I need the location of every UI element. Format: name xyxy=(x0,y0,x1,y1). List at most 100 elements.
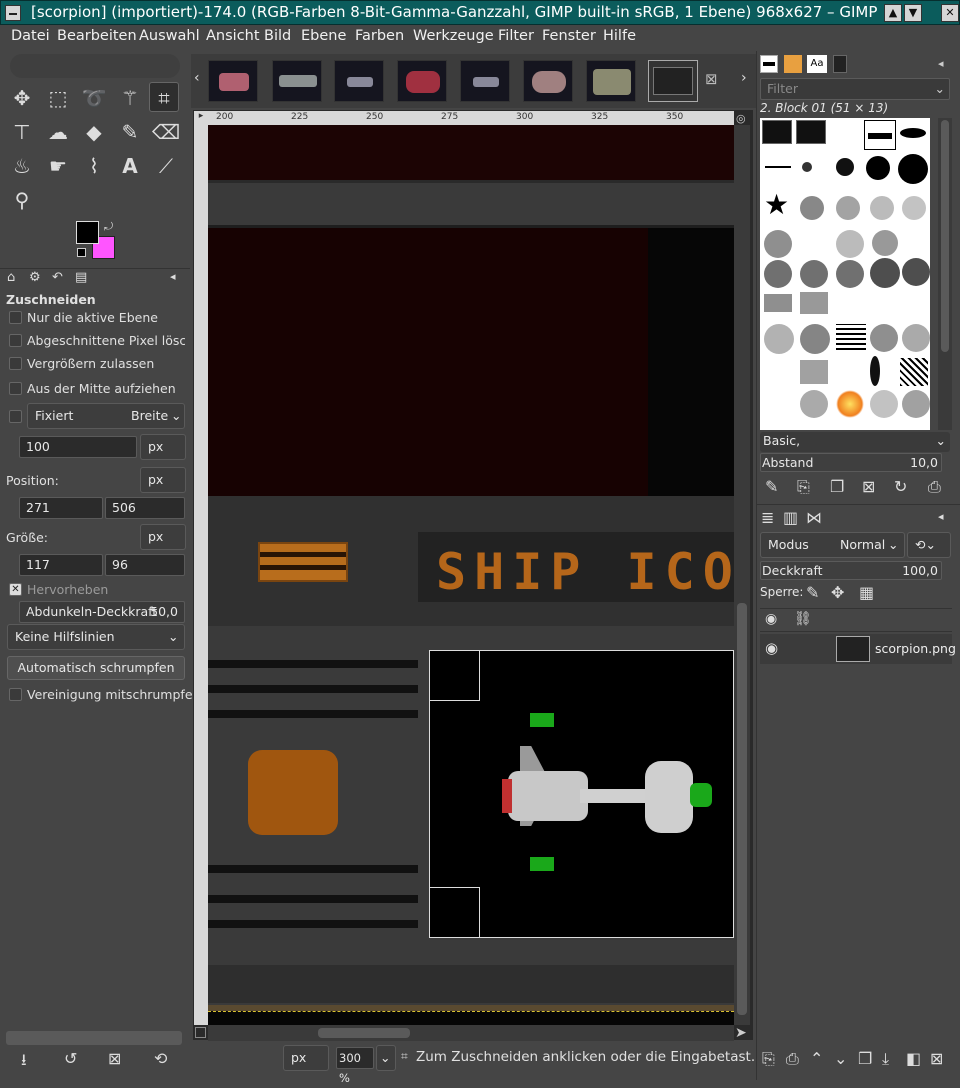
lock-alpha-icon[interactable]: ▦ xyxy=(859,583,874,602)
shrink-merged-checkbox[interactable] xyxy=(9,688,22,701)
panel-menu-icon[interactable]: ◂ xyxy=(170,270,176,283)
layer-opacity-slider[interactable]: Deckkraft 100,0 xyxy=(760,561,942,580)
status-unit-combo[interactable]: px xyxy=(283,1045,329,1071)
menu-fenster[interactable]: Fenster xyxy=(542,28,596,44)
menu-auswahl[interactable]: Auswahl xyxy=(139,28,200,44)
close-window-button[interactable]: ✕ xyxy=(941,4,959,22)
duplicate-brush-icon[interactable]: ❐ xyxy=(830,477,844,496)
composite-mode-combo[interactable]: ⟲⌄ xyxy=(907,532,951,558)
menu-bearbeiten[interactable]: Bearbeiten xyxy=(57,28,137,44)
duplicate-layer-icon[interactable]: ❐ xyxy=(858,1049,872,1068)
crop-rectangle[interactable] xyxy=(429,650,734,938)
expand-center-checkbox[interactable] xyxy=(9,382,22,395)
brush-scrollbar[interactable] xyxy=(938,118,952,430)
rect-select-icon[interactable]: ⬚ xyxy=(43,83,73,113)
lock-position-icon[interactable]: ✥ xyxy=(831,583,844,602)
tabs-right-arrow-icon[interactable]: › xyxy=(741,70,747,86)
horizontal-scrollbar[interactable] xyxy=(208,1025,734,1041)
paintbrush-icon[interactable]: ✎ xyxy=(115,117,145,147)
layers-tab-icon[interactable]: ≣ xyxy=(761,508,774,527)
allow-growing-checkbox[interactable] xyxy=(9,357,22,370)
smudge-icon[interactable]: ☛ xyxy=(43,151,73,181)
layer-mask-icon[interactable]: ◧ xyxy=(906,1049,921,1068)
lasso-icon[interactable]: ➰ xyxy=(79,83,109,113)
reset-options-icon[interactable]: ⟲ xyxy=(154,1049,167,1068)
brush-grid[interactable]: ★ xyxy=(760,118,930,430)
paths-tab-icon[interactable]: ⋈ xyxy=(806,508,822,527)
menu-farben[interactable]: Farben xyxy=(355,28,404,44)
device-status-tab-icon[interactable]: ⚙ xyxy=(29,270,41,285)
zoom-combo[interactable]: ⌄ xyxy=(376,1045,396,1071)
delete-brush-icon[interactable]: ⊠ xyxy=(862,477,875,496)
image-tab-active[interactable] xyxy=(648,60,698,102)
ruler-corner-icon[interactable]: ▸ xyxy=(194,111,208,125)
layer-row[interactable]: ◉ scorpion.png xyxy=(760,634,956,664)
lock-pixels-icon[interactable]: ✎ xyxy=(806,583,819,602)
delete-options-icon[interactable]: ⊠ xyxy=(108,1049,121,1068)
size-height-input[interactable]: 96 xyxy=(105,554,185,576)
horizontal-scroll-thumb[interactable] xyxy=(318,1028,410,1038)
maximize-button[interactable]: ▼ xyxy=(904,4,922,22)
crop-handle-bottom-left[interactable] xyxy=(430,887,480,937)
new-brush-icon[interactable]: ⎘ xyxy=(797,477,810,497)
image-tab-2[interactable] xyxy=(272,60,322,102)
swap-colors-icon[interactable]: ⤾ xyxy=(104,220,113,234)
paths-icon[interactable]: ⌇ xyxy=(79,151,109,181)
image-tab-5[interactable] xyxy=(460,60,510,102)
bucket-fill-icon[interactable]: ◆ xyxy=(79,117,109,147)
color-picker-icon[interactable]: ⟋ xyxy=(151,151,181,181)
image-tab-1[interactable] xyxy=(208,60,258,102)
text-icon[interactable]: A xyxy=(115,151,145,181)
merge-down-icon[interactable]: ⤓ xyxy=(882,1049,889,1069)
raise-layer-icon[interactable]: ⌃ xyxy=(810,1049,823,1068)
vertical-scroll-thumb[interactable] xyxy=(737,603,747,1015)
spacing-slider[interactable]: Abstand 10,0 xyxy=(760,453,942,472)
size-unit-combo[interactable]: px xyxy=(140,524,186,550)
position-y-input[interactable]: 506 xyxy=(105,497,185,519)
fixed-unit-combo[interactable]: px xyxy=(140,434,186,460)
default-colors-icon[interactable] xyxy=(77,248,86,257)
menu-bild[interactable]: Bild xyxy=(264,28,291,44)
menu-filter[interactable]: Filter xyxy=(498,28,534,44)
zoom-icon[interactable]: ⚲ xyxy=(7,185,37,215)
move-icon[interactable]: ✥ xyxy=(7,83,37,113)
new-layer-group-icon[interactable]: ⎙ xyxy=(786,1049,799,1069)
image-tab-4[interactable] xyxy=(397,60,447,102)
tool-options-tab-icon[interactable]: ⌂ xyxy=(7,270,15,285)
channels-tab-icon[interactable]: ▥ xyxy=(783,508,798,527)
image-tab-7[interactable] xyxy=(586,60,636,102)
warp-icon[interactable]: ☁ xyxy=(43,117,73,147)
menu-ebene[interactable]: Ebene xyxy=(301,28,346,44)
position-unit-combo[interactable]: px xyxy=(140,467,186,493)
save-options-icon[interactable]: ⭳ xyxy=(21,1049,27,1076)
delete-layer-icon[interactable]: ⊠ xyxy=(930,1049,943,1068)
eye-icon[interactable]: ◉ xyxy=(765,639,778,657)
highlight-checkbox[interactable]: ✕ xyxy=(9,583,22,596)
quick-mask-icon[interactable] xyxy=(195,1027,206,1038)
tabs-left-arrow-icon[interactable]: ‹ xyxy=(194,70,200,86)
panel-menu-icon[interactable]: ◂ xyxy=(938,57,944,70)
position-x-input[interactable]: 271 xyxy=(19,497,103,519)
fixed-mode-combo[interactable]: Fixiert Breite ⌄ xyxy=(27,403,185,429)
fonts-icon[interactable]: Aa xyxy=(807,55,827,73)
clone-icon[interactable]: ♨ xyxy=(7,151,37,181)
crop-handle-top-left[interactable] xyxy=(430,651,480,701)
open-brush-icon[interactable]: ⎙ xyxy=(928,477,941,497)
fixed-value-input[interactable]: 100 xyxy=(19,436,137,458)
guides-combo[interactable]: Keine Hilfslinien ⌄ xyxy=(7,624,185,650)
image-tab-6[interactable] xyxy=(523,60,573,102)
only-active-layer-checkbox[interactable] xyxy=(9,311,22,324)
edit-brush-icon[interactable]: ✎ xyxy=(765,477,778,496)
menu-hilfe[interactable]: Hilfe xyxy=(603,28,636,44)
menu-datei[interactable]: Datei xyxy=(11,28,50,44)
minimize-button[interactable]: ▲ xyxy=(884,4,902,22)
image-canvas[interactable]: SHIP ICO xyxy=(208,125,734,1025)
lower-layer-icon[interactable]: ⌄ xyxy=(834,1049,847,1068)
restore-options-icon[interactable]: ↺ xyxy=(64,1049,77,1068)
size-width-input[interactable]: 117 xyxy=(19,554,103,576)
window-menu-icon[interactable] xyxy=(5,5,21,21)
zoom-follow-icon[interactable]: ◎ xyxy=(736,112,746,125)
fuzzy-select-icon[interactable]: ⚚ xyxy=(115,83,145,113)
document-history-icon[interactable] xyxy=(833,55,847,73)
undo-history-tab-icon[interactable]: ↶ xyxy=(52,270,63,285)
